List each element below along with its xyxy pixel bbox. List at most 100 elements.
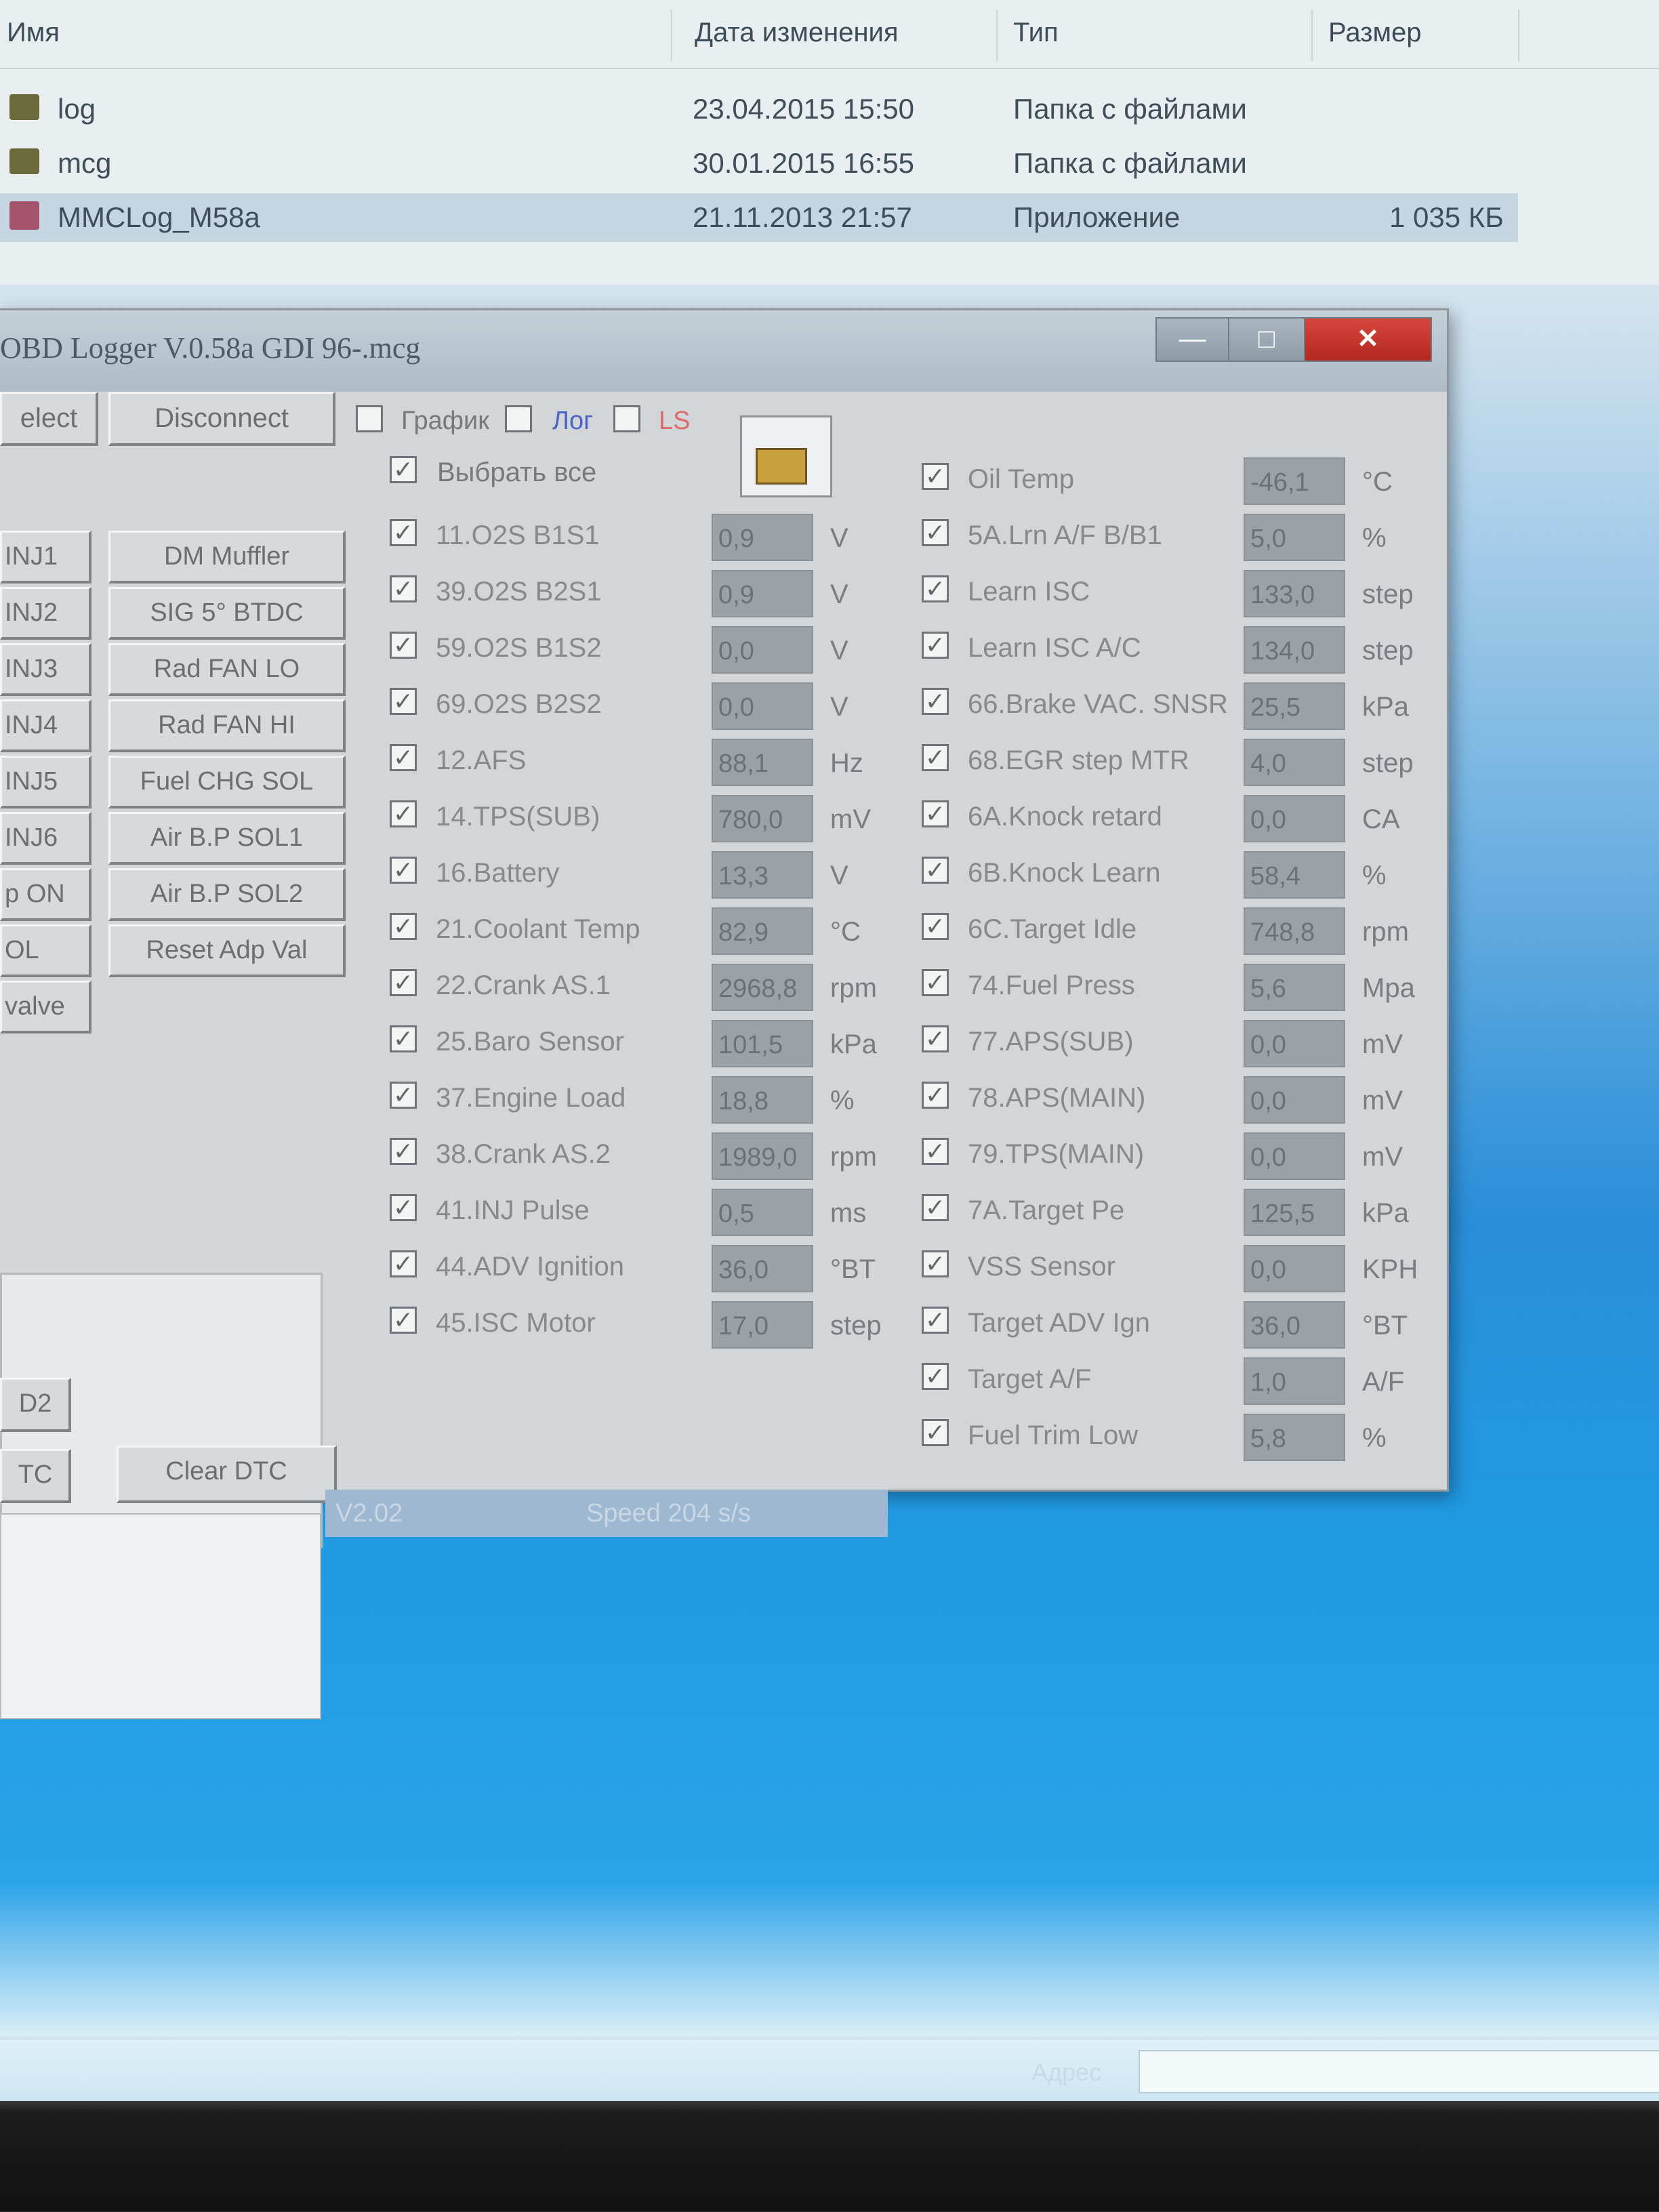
parameter-checkbox[interactable]: ✓	[922, 1250, 949, 1277]
column-size[interactable]: Размер	[1328, 18, 1421, 48]
select-all-checkbox[interactable]: ✓	[390, 456, 417, 483]
actuator-button[interactable]: Air B.P SOL1	[108, 812, 346, 865]
column-divider[interactable]	[1311, 9, 1313, 61]
parameter-checkbox[interactable]: ✓	[922, 857, 949, 884]
parameter-checkbox[interactable]: ✓	[922, 1025, 949, 1052]
list-item[interactable]: mcg 30.01.2015 16:55 Папка с файлами	[0, 139, 1518, 188]
parameter-row: ✓ 38.Crank AS.2 1989,0 rpm	[390, 1132, 925, 1180]
parameter-value: 2968,8	[712, 964, 813, 1011]
address-label: Адрес	[1031, 2058, 1102, 2086]
parameter-row: ✓ 16.Battery 13,3 V	[390, 851, 925, 899]
close-button[interactable]: ✕	[1304, 317, 1432, 362]
red-checkbox[interactable]	[613, 405, 640, 432]
parameter-checkbox[interactable]: ✓	[922, 1194, 949, 1221]
column-date[interactable]: Дата изменения	[695, 18, 899, 48]
actuator-button[interactable]: INJ3	[0, 643, 91, 696]
minimize-button[interactable]: —	[1155, 317, 1229, 362]
dtc-list[interactable]	[0, 1513, 321, 1719]
parameter-unit: Hz	[830, 748, 863, 778]
parameter-checkbox[interactable]: ✓	[390, 1307, 417, 1334]
actuator-button[interactable]: INJ6	[0, 812, 91, 865]
parameter-checkbox[interactable]: ✓	[922, 519, 949, 546]
log-checkbox[interactable]	[505, 405, 532, 432]
actuator-button[interactable]: Air B.P SOL2	[108, 868, 346, 921]
parameter-label: VSS Sensor	[968, 1252, 1115, 1282]
parameter-value: 25,5	[1244, 682, 1345, 730]
parameter-checkbox[interactable]: ✓	[922, 575, 949, 602]
column-type[interactable]: Тип	[1013, 18, 1059, 48]
parameter-checkbox[interactable]: ✓	[922, 913, 949, 940]
parameter-checkbox[interactable]: ✓	[922, 1419, 949, 1446]
read-dtc-button[interactable]: D2	[0, 1378, 71, 1432]
parameter-checkbox[interactable]: ✓	[922, 744, 949, 771]
column-name[interactable]: Имя	[7, 18, 60, 48]
parameter-checkbox[interactable]: ✓	[390, 857, 417, 884]
actuator-button[interactable]: INJ2	[0, 587, 91, 640]
actuator-button[interactable]: INJ5	[0, 756, 91, 808]
parameter-value: 17,0	[712, 1301, 813, 1349]
list-item[interactable]: MMCLog_M58a 21.11.2013 21:57 Приложение …	[0, 193, 1518, 242]
column-divider[interactable]	[996, 9, 998, 61]
parameter-checkbox[interactable]: ✓	[390, 744, 417, 771]
parameter-checkbox[interactable]: ✓	[390, 1025, 417, 1052]
graph-checkbox[interactable]	[356, 405, 383, 432]
parameter-row: ✓ 66.Brake VAC. SNSR 25,5 kPa	[922, 682, 1457, 730]
parameter-checkbox[interactable]: ✓	[390, 913, 417, 940]
parameter-label: 12.AFS	[436, 745, 527, 775]
actuator-button[interactable]: Reset Adp Val	[108, 924, 346, 977]
address-field[interactable]: Адрес	[1031, 2050, 1659, 2093]
actuator-button[interactable]: SIG 5° BTDC	[108, 587, 346, 640]
parameter-checkbox[interactable]: ✓	[390, 969, 417, 996]
parameter-checkbox[interactable]: ✓	[390, 1082, 417, 1109]
actuator-button[interactable]: INJ4	[0, 699, 91, 752]
parameter-unit: mV	[1362, 1086, 1403, 1115]
parameter-unit: KPH	[1362, 1254, 1418, 1284]
parameter-checkbox[interactable]: ✓	[390, 575, 417, 602]
disconnect-button[interactable]: Disconnect	[108, 392, 335, 446]
parameter-unit: V	[830, 636, 848, 665]
folder-icon	[9, 148, 39, 174]
column-divider[interactable]	[1518, 9, 1519, 61]
parameter-unit: mV	[1362, 1142, 1403, 1172]
list-item[interactable]: log 23.04.2015 15:50 Папка с файлами	[0, 85, 1518, 134]
parameter-checkbox[interactable]: ✓	[922, 463, 949, 490]
parameter-checkbox[interactable]: ✓	[922, 1363, 949, 1390]
column-divider[interactable]	[671, 9, 672, 61]
parameter-checkbox[interactable]: ✓	[922, 632, 949, 659]
parameter-label: 77.APS(SUB)	[968, 1027, 1134, 1057]
maximize-button[interactable]: □	[1228, 317, 1305, 362]
save-log-icon[interactable]	[740, 415, 832, 497]
parameter-row: ✓ 14.TPS(SUB) 780,0 mV	[390, 795, 925, 842]
parameter-label: 6A.Knock retard	[968, 802, 1162, 832]
actuator-button[interactable]: Fuel CHG SOL	[108, 756, 346, 808]
actuator-button[interactable]: DM Muffler	[108, 531, 346, 583]
parameter-checkbox[interactable]: ✓	[390, 1194, 417, 1221]
actuator-button[interactable]: p ON	[0, 868, 91, 921]
parameter-checkbox[interactable]: ✓	[390, 800, 417, 827]
file-type: Папка с файлами	[1013, 93, 1247, 125]
parameter-checkbox[interactable]: ✓	[390, 632, 417, 659]
parameter-checkbox[interactable]: ✓	[390, 1250, 417, 1277]
taskbar: Адрес	[0, 2040, 1659, 2101]
parameter-checkbox[interactable]: ✓	[922, 969, 949, 996]
parameter-checkbox[interactable]: ✓	[390, 519, 417, 546]
actuator-button[interactable]: Rad FAN HI	[108, 699, 346, 752]
parameter-checkbox[interactable]: ✓	[922, 1138, 949, 1165]
parameter-checkbox[interactable]: ✓	[922, 1307, 949, 1334]
parameter-checkbox[interactable]: ✓	[922, 1082, 949, 1109]
clear-dtc-button[interactable]: Clear DTC	[117, 1446, 337, 1503]
title-bar[interactable]: OBD Logger V.0.58a GDI 96-.mcg — □ ✕	[0, 310, 1447, 392]
actuator-button[interactable]: INJ1	[0, 531, 91, 583]
parameter-checkbox[interactable]: ✓	[922, 800, 949, 827]
parameter-checkbox[interactable]: ✓	[390, 1138, 417, 1165]
parameter-unit: mV	[1362, 1029, 1403, 1059]
dtc-button[interactable]: TC	[0, 1449, 71, 1503]
parameter-value: 13,3	[712, 851, 813, 899]
parameter-checkbox[interactable]: ✓	[922, 688, 949, 715]
actuator-button[interactable]: Rad FAN LO	[108, 643, 346, 696]
actuator-button[interactable]: OL	[0, 924, 91, 977]
parameter-checkbox[interactable]: ✓	[390, 688, 417, 715]
parameter-row: ✓ 25.Baro Sensor 101,5 kPa	[390, 1020, 925, 1067]
select-button[interactable]: elect	[0, 392, 98, 446]
actuator-button[interactable]: valve	[0, 981, 91, 1033]
